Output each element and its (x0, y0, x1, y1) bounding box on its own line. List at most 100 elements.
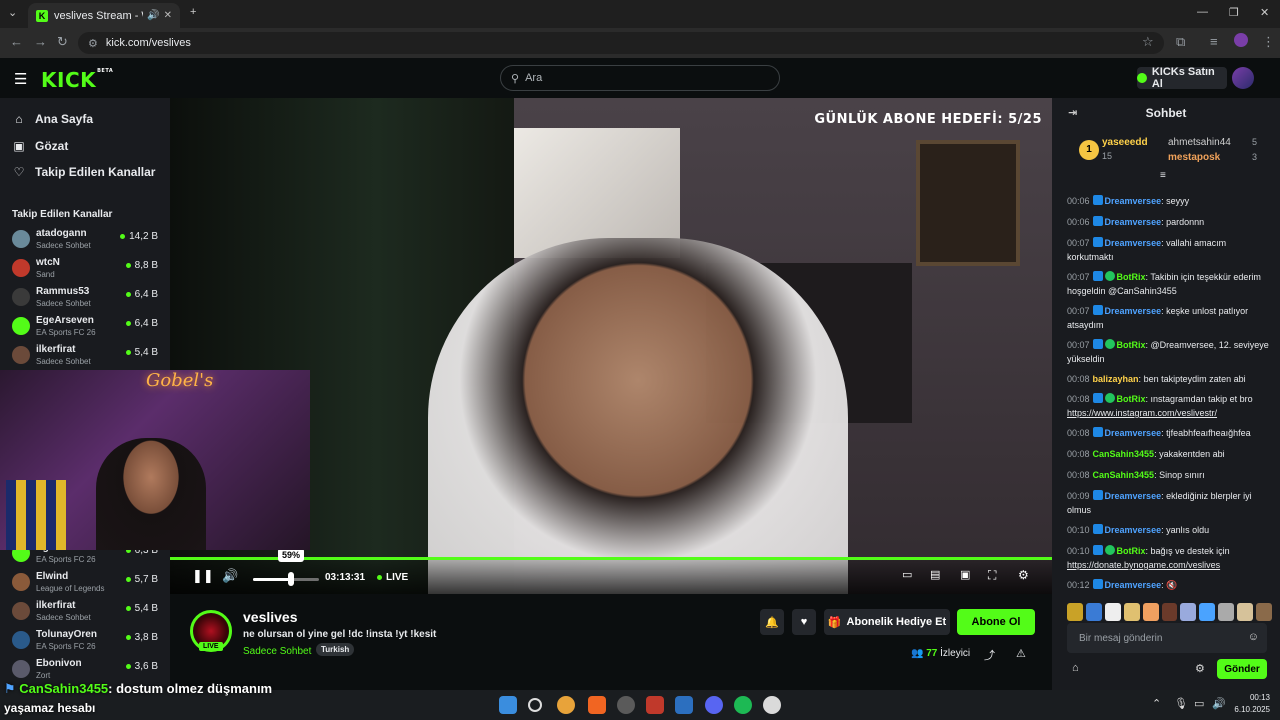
chrome-icon[interactable] (557, 696, 575, 714)
pause-icon[interactable]: ❚❚ (192, 568, 214, 584)
volume-icon[interactable]: 🔊 (222, 568, 238, 584)
gifter-name[interactable]: mestaposk (1168, 152, 1220, 163)
system-clock[interactable]: 00:13 6.10.2025 (1234, 692, 1270, 716)
collapse-chat-icon[interactable]: ⇥ (1068, 98, 1077, 128)
emote[interactable] (1199, 603, 1216, 621)
emote[interactable] (1085, 603, 1102, 621)
url-field[interactable]: ⚙ kick.com/veslives (78, 32, 1164, 54)
report-icon[interactable]: ⚠ (1016, 647, 1026, 660)
emote[interactable] (1067, 603, 1083, 621)
netflix-icon[interactable] (646, 696, 664, 714)
search-taskbar-icon[interactable] (528, 698, 542, 712)
tab-search-icon[interactable]: ⌄ (8, 6, 17, 19)
spotify-icon[interactable] (734, 696, 752, 714)
gifter-name[interactable]: yaseeedd (1102, 137, 1148, 148)
message-username[interactable]: Dreamversee (1105, 217, 1162, 227)
reload-icon[interactable]: ↻ (57, 34, 68, 50)
kick-logo[interactable]: KICKBETA (41, 68, 113, 92)
user-avatar[interactable] (1232, 67, 1254, 89)
message-username[interactable]: Dreamversee (1105, 238, 1162, 248)
hamburger-menu-icon[interactable]: ☰ (14, 70, 27, 88)
buy-kicks-button[interactable]: KICKs Satın Al (1137, 66, 1227, 90)
obs-icon[interactable] (763, 696, 781, 714)
discord-icon[interactable] (705, 696, 723, 714)
browser-menu-icon[interactable]: ⋮ (1262, 34, 1275, 50)
channel-name[interactable]: veslives (243, 609, 298, 625)
gift-sub-button[interactable]: 🎁 Abonelik Hediye Et (824, 609, 950, 635)
emote[interactable] (1180, 603, 1197, 621)
speaker-icon[interactable]: 🔊 (147, 10, 159, 21)
message-username[interactable]: Dreamversee (1105, 196, 1162, 206)
message-username[interactable]: CanSahin3455 (1093, 449, 1155, 459)
search-input[interactable]: ⚲ Ara (500, 65, 780, 91)
theater-mode-icon[interactable]: ▭ (902, 568, 912, 581)
stream-category[interactable]: Sadece Sohbet (243, 646, 311, 657)
send-button[interactable]: Gönder (1217, 659, 1267, 679)
profile-avatar[interactable] (1234, 33, 1248, 47)
battery-icon[interactable]: ▭ (1194, 697, 1204, 710)
minimize-icon[interactable]: — (1197, 6, 1208, 18)
bookmark-star-icon[interactable]: ☆ (1142, 34, 1154, 50)
fullscreen-icon[interactable]: ⛶ (988, 568, 996, 583)
notification-bell-button[interactable]: 🔔 (760, 609, 784, 635)
emote[interactable] (1142, 603, 1159, 621)
message-username[interactable]: Dreamversee (1105, 491, 1162, 501)
site-info-icon[interactable]: ⚙ (88, 37, 98, 50)
picture-in-picture-player[interactable]: Gobel's (0, 370, 310, 550)
gifter-name[interactable]: ahmetsahin44 (1168, 137, 1231, 148)
app-icon[interactable] (617, 696, 635, 714)
followed-channel[interactable]: Rammus53 Sadece Sohbet 6,4 B (12, 285, 162, 311)
volume-slider[interactable] (253, 578, 319, 581)
message-link[interactable]: https://donate.bynogame.com/veslives (1067, 560, 1220, 570)
sidebar-item-following[interactable]: ♡ Takip Edilen Kanallar (12, 165, 156, 179)
share-icon[interactable]: ⤴ (984, 647, 995, 663)
emote[interactable] (1256, 603, 1272, 621)
clip-icon[interactable]: ▤ (930, 568, 940, 581)
emote[interactable] (1237, 603, 1254, 621)
emote[interactable] (1218, 603, 1235, 621)
tray-chevron-icon[interactable]: ⌃ (1152, 697, 1161, 710)
message-username[interactable]: BotRix (1117, 394, 1146, 404)
brave-icon[interactable] (588, 696, 606, 714)
sidebar-item-home[interactable]: ⌂ Ana Sayfa (12, 112, 93, 126)
message-username[interactable]: CanSahin3455 (1093, 470, 1155, 480)
emoji-icon[interactable]: ☺ (1248, 631, 1259, 643)
app2-icon[interactable] (675, 696, 693, 714)
media-icon[interactable]: ≡ (1210, 34, 1218, 49)
message-username[interactable]: Dreamversee (1105, 306, 1162, 316)
followed-channel[interactable]: atadogann Sadece Sohbet 14,2 B (12, 227, 162, 253)
message-username[interactable]: Dreamversee (1105, 525, 1162, 535)
message-username[interactable]: Dreamversee (1105, 428, 1162, 438)
message-username[interactable]: BotRix (1117, 546, 1146, 556)
back-icon[interactable]: ← (10, 34, 23, 49)
mic-icon[interactable]: 🎙 (1174, 697, 1188, 710)
windows-start-icon[interactable] (499, 696, 517, 714)
close-window-icon[interactable]: ✕ (1260, 6, 1269, 19)
settings-gear-icon[interactable]: ⚙ (1018, 568, 1029, 582)
forward-icon[interactable]: → (34, 34, 47, 49)
chat-pinned-toggle-icon[interactable]: ≡ (1160, 170, 1166, 181)
followed-channel[interactable]: EgeArseven EA Sports FC 26 6,4 B (12, 314, 162, 340)
emote[interactable] (1123, 603, 1140, 621)
subscribe-button[interactable]: Abone Ol (957, 609, 1035, 635)
new-tab-icon[interactable]: + (190, 6, 196, 18)
message-username[interactable]: Dreamversee (1105, 580, 1162, 590)
followed-channel[interactable]: ilkerfirat Sadece Sohbet 5,4 B (12, 343, 162, 369)
browser-tab[interactable]: K veslives Stream - Watch Liv 🔊 ✕ (28, 3, 180, 28)
follow-heart-button[interactable]: ♥ (792, 609, 816, 635)
emote[interactable] (1104, 603, 1121, 621)
message-username[interactable]: BotRix (1117, 340, 1146, 350)
tray-speaker-icon[interactable]: 🔊 (1212, 697, 1226, 710)
followed-channel[interactable]: wtcN Sand 8,8 B (12, 256, 162, 282)
message-username[interactable]: balizayhan (1093, 374, 1139, 384)
language-tag[interactable]: Turkish (316, 643, 355, 656)
followed-channel[interactable]: Ebonivon Zort 3,6 B (12, 657, 162, 683)
chat-settings-icon[interactable]: ⚙ (1195, 662, 1205, 675)
emote[interactable] (1161, 603, 1178, 621)
chat-input[interactable]: Bir mesaj gönderin ☺ (1067, 623, 1267, 653)
message-link[interactable]: https://www.instagram.com/veslivestr/ (1067, 408, 1217, 418)
sidebar-item-browse[interactable]: ▣ Gözat (12, 139, 68, 153)
restore-icon[interactable]: ❐ (1229, 6, 1239, 19)
extensions-icon[interactable]: ⧉ (1176, 34, 1185, 50)
chat-store-icon[interactable]: ⌂ (1072, 662, 1079, 674)
